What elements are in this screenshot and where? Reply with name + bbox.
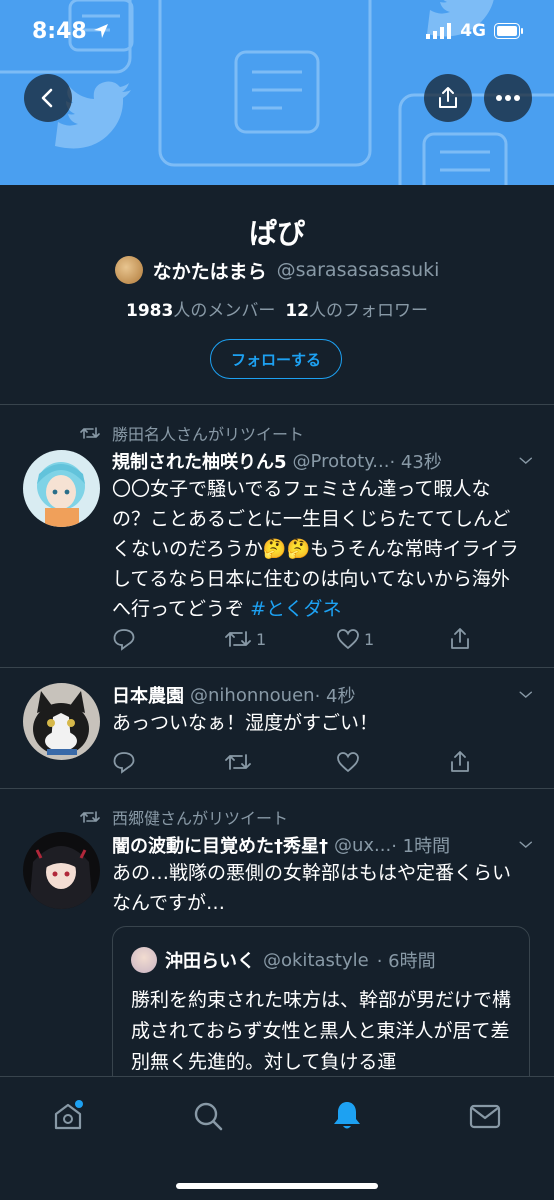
avatar[interactable] (23, 450, 100, 527)
reply-button[interactable] (112, 627, 182, 651)
author-handle[interactable]: @Prototy... (293, 451, 390, 472)
tweet-text: 〇〇女子で騒いでるフェミさん達って暇人なの？ことあるごとに一生目くじらたててしん… (112, 474, 528, 624)
tweet-text: あの…戦隊の悪側の女幹部はもはや定番くらいなんですが… (112, 862, 512, 914)
list-title: ぱぴ (248, 217, 305, 250)
network-label: 4G (460, 21, 486, 41)
tweet[interactable]: 日本農園 @nihonnouen · 4秒 あっついなぁ！湿度がすごい！ (0, 668, 554, 788)
tab-notifications[interactable] (330, 1099, 364, 1133)
tweet-header: 日本農園 @nihonnouen · 4秒 (112, 682, 532, 708)
bell-icon (334, 1102, 360, 1129)
retweet-button[interactable] (224, 750, 294, 774)
retweet-context: 西郷健さんがリツイート (80, 805, 288, 829)
share-tweet-button[interactable] (448, 750, 472, 774)
retweet-button[interactable]: 1 (224, 627, 294, 651)
retweet-count: 1 (256, 629, 267, 649)
more-button[interactable] (484, 74, 532, 122)
reply-icon (113, 629, 135, 651)
tab-messages[interactable] (468, 1099, 502, 1133)
hashtag-link[interactable]: #とくダネ (250, 598, 341, 620)
battery-icon (494, 23, 523, 39)
list-banner: 8:48 4G (0, 0, 554, 185)
tweet-actions (112, 750, 472, 774)
followers-count: 12 (285, 301, 309, 321)
more-dots-icon (496, 95, 520, 101)
reply-button[interactable] (112, 750, 182, 774)
like-button[interactable] (336, 750, 406, 774)
avatar-image (23, 832, 100, 909)
retweeted-by: 西郷健さんがリツイート (112, 809, 289, 828)
back-button[interactable] (24, 74, 72, 122)
tweet-time: · 4秒 (314, 686, 356, 707)
tab-home[interactable] (51, 1099, 85, 1133)
chevron-down-icon[interactable] (506, 453, 532, 469)
like-button[interactable]: 1 (336, 627, 406, 651)
author-name[interactable]: 闇の波動に目覚めた†秀星† (112, 832, 328, 858)
share-icon (451, 628, 469, 649)
quoted-tweet-time: · 6時間 (376, 951, 436, 972)
tweet-header: 規制された柚咲りん5 @Prototy... · 43秒 (112, 448, 532, 474)
retweet-small-icon (80, 427, 100, 439)
tweet-header: 闇の波動に目覚めた†秀星† @ux... · 1時間 (112, 832, 532, 858)
avatar[interactable] (23, 683, 100, 760)
search-icon (194, 1102, 223, 1131)
quoted-tweet-header: 沖田らいく @okitastyle · 6時間 (131, 947, 436, 973)
share-icon (451, 751, 469, 772)
share-icon (439, 87, 457, 108)
share-tweet-button[interactable] (448, 627, 472, 651)
chevron-down-icon[interactable] (506, 837, 532, 853)
author-handle[interactable]: @nihonnouen (190, 685, 315, 706)
home-icon (54, 1100, 83, 1130)
heart-icon (337, 752, 359, 773)
heart-icon (337, 629, 359, 650)
quoted-author-name: 沖田らいく (165, 951, 255, 972)
followers-label: 人のフォロワー (309, 301, 428, 321)
follow-button[interactable]: フォローする (210, 339, 342, 379)
quoted-avatar (131, 947, 157, 973)
members-count: 1983 (126, 301, 174, 321)
avatar-image (23, 683, 100, 760)
retweet-icon (225, 754, 251, 770)
like-count: 1 (364, 629, 375, 649)
home-indicator[interactable] (176, 1183, 378, 1189)
author-handle[interactable]: @ux... (334, 835, 391, 856)
tweet-time: · 1時間 (391, 836, 451, 857)
avatar[interactable] (23, 832, 100, 909)
list-owner[interactable]: なかたはまら @sarasasasasuki (0, 256, 554, 284)
signal-icon (426, 23, 452, 39)
retweet-small-icon (80, 811, 100, 823)
owner-handle: @sarasasasasuki (276, 259, 440, 281)
location-arrow-icon (93, 24, 108, 38)
author-name[interactable]: 日本農園 (112, 682, 184, 708)
tweet[interactable]: 勝田名人さんがリツイート 規制された柚咲りん5 @Prototy... · 43… (0, 405, 554, 667)
tweet-text: あっついなぁ！湿度がすごい！ (112, 712, 379, 734)
retweeted-by: 勝田名人さんがリツイート (112, 425, 305, 444)
followers-stat[interactable]: 12人のフォロワー (285, 296, 428, 321)
retweet-context: 勝田名人さんがリツイート (80, 421, 304, 445)
avatar-image (23, 450, 100, 527)
tab-bar (0, 1076, 554, 1200)
tweet-time: · 43秒 (389, 452, 442, 473)
owner-name: なかたはまら (152, 260, 267, 283)
members-label: 人のメンバー (173, 301, 276, 321)
mail-icon (469, 1104, 501, 1129)
owner-avatar[interactable] (114, 256, 143, 284)
quoted-tweet-text: 勝利を約束された味方は、幹部が男だけで構成されておらず女性と黒人と東洋人が居て差… (131, 989, 512, 1073)
quoted-author-handle: @okitastyle (263, 949, 369, 971)
chevron-left-icon (41, 88, 53, 108)
tweet-actions: 1 1 (112, 627, 472, 651)
reply-icon (113, 752, 135, 774)
members-stat[interactable]: 1983人のメンバー (126, 296, 275, 321)
chevron-down-icon[interactable] (506, 687, 532, 703)
author-name[interactable]: 規制された柚咲りん5 (112, 448, 287, 474)
status-time: 8:48 (32, 18, 87, 44)
status-bar: 8:48 4G (0, 0, 554, 62)
list-stats: 1983人のメンバー 12人のフォロワー (0, 296, 554, 321)
share-button[interactable] (424, 74, 472, 122)
retweet-icon (225, 631, 251, 647)
tab-search[interactable] (191, 1099, 225, 1133)
